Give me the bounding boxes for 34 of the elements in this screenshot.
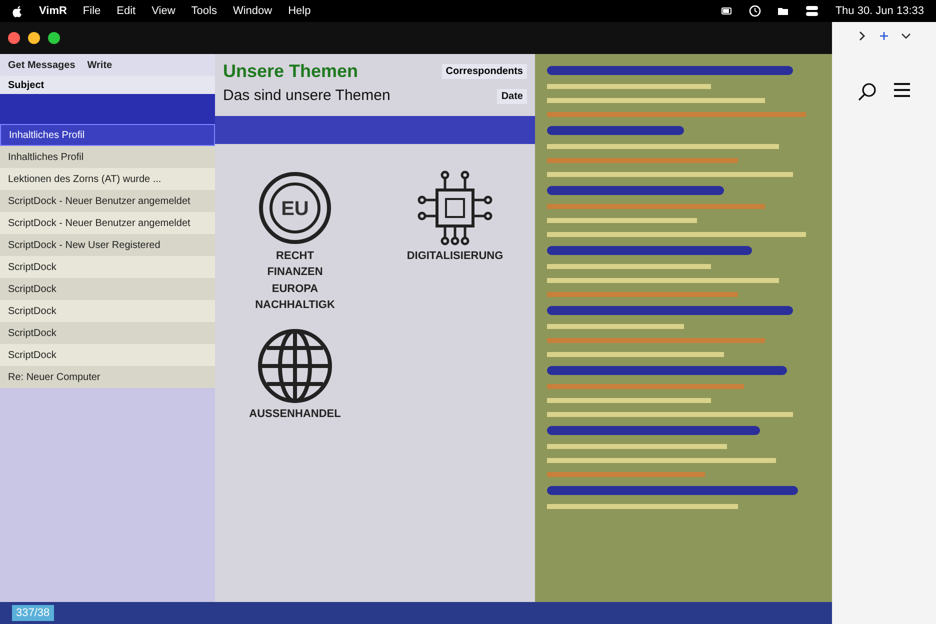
menu-item[interactable]: Edit xyxy=(116,2,136,20)
topic-label[interactable]: RECHT xyxy=(276,248,314,264)
write-button[interactable]: Write xyxy=(87,58,112,72)
column-header[interactable]: Date xyxy=(497,88,527,104)
page-heading: Unsere Themen xyxy=(223,60,358,83)
topic-label[interactable]: AUSSENHANDEL xyxy=(249,406,341,422)
page-subheading: Das sind unsere Themen xyxy=(223,86,390,106)
column-header[interactable]: Correspondents xyxy=(442,64,527,79)
menu-item[interactable]: Help xyxy=(288,2,311,20)
topic-label[interactable]: FINANZEN xyxy=(267,264,323,280)
menu-item[interactable]: File xyxy=(82,2,101,20)
menu-item[interactable]: Tools xyxy=(191,2,217,20)
topic-label[interactable]: EUROPA xyxy=(272,280,318,297)
topic-label[interactable]: DIGITALISIERUNG xyxy=(406,248,504,264)
message-row[interactable]: ScriptDock xyxy=(0,344,215,366)
message-row[interactable]: ScriptDock - Neuer Benutzer angemeldet xyxy=(0,212,215,234)
get-messages-button[interactable]: Get Messages xyxy=(8,58,76,72)
message-row[interactable]: ScriptDock - Neuer Benutzer angemeldet xyxy=(0,190,215,212)
position-indicator: 337/38 xyxy=(12,604,54,622)
message-row[interactable]: ScriptDock xyxy=(0,256,215,278)
menu-item[interactable]: View xyxy=(152,2,176,20)
app-menu[interactable]: VimR xyxy=(39,2,67,20)
menu-bar-clock[interactable]: Thu 30. Jun 13:33 xyxy=(835,2,924,20)
column-header[interactable]: Subject xyxy=(8,78,44,92)
message-row[interactable]: ScriptDock xyxy=(0,322,215,344)
message-row[interactable]: Inhaltliches Profil xyxy=(0,146,215,168)
message-row[interactable]: ScriptDock xyxy=(0,278,215,300)
message-row[interactable]: Re: Neuer Computer xyxy=(0,366,215,388)
topic-label[interactable]: NACHHALTIGK xyxy=(255,297,335,314)
message-row[interactable]: ScriptDock - New User Registered xyxy=(0,234,215,256)
message-row[interactable]: Inhaltliches Profil xyxy=(0,124,215,146)
message-row[interactable]: ScriptDock xyxy=(0,300,215,322)
menu-item[interactable]: Window xyxy=(232,2,272,20)
message-row[interactable]: Lektionen des Zorns (AT) wurde ... xyxy=(0,168,215,190)
